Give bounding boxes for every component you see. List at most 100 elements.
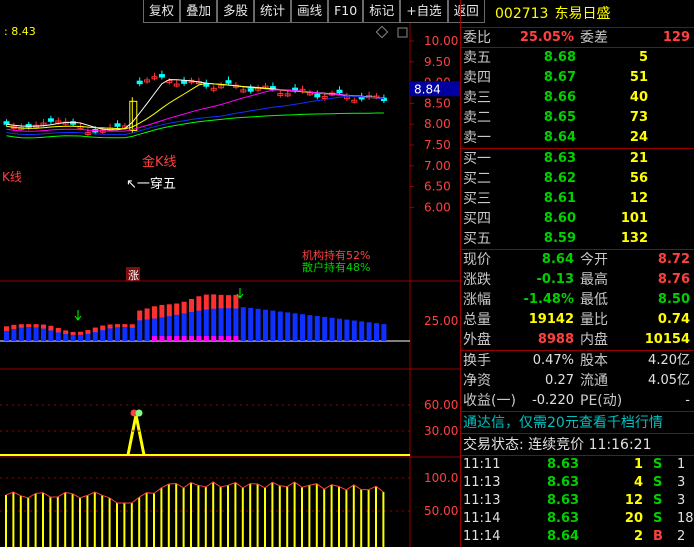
histogram-bar — [159, 336, 165, 341]
tick-row[interactable]: 11:13 8.63 12 S 3 — [461, 492, 694, 510]
fundamental-row: 收益(一) -0.220 PE(动) - — [461, 391, 694, 411]
histogram-bar — [4, 326, 9, 331]
histogram-bar — [18, 325, 24, 341]
fundamental-row: 换手 0.47% 股本 4.20亿 — [461, 351, 694, 371]
tick-row[interactable]: 11:14 8.64 2 B 2 — [461, 528, 694, 546]
quote-label: 涨幅 — [463, 292, 491, 308]
quote-label: 量比 — [580, 312, 608, 328]
kline-chart[interactable]: 10.009.509.008.508.007.507.006.506.008.8… — [0, 23, 460, 547]
gold-k-line-annotation: 金K线 — [142, 154, 177, 170]
fundamental-value: 4.05亿 — [648, 373, 690, 388]
histogram-bar — [166, 304, 172, 317]
toolbar-button-3[interactable]: 统计 — [254, 0, 292, 23]
panel3-axis-label: 60.00 — [424, 398, 458, 412]
histogram-bar — [218, 306, 224, 341]
ask-row[interactable]: 卖二 8.65 73 — [461, 108, 694, 128]
tick-direction: S — [653, 475, 663, 490]
toolbar-button-1[interactable]: 叠加 — [180, 0, 218, 23]
histogram-bar — [159, 304, 165, 318]
quote-label: 最高 — [580, 272, 608, 288]
bid-price: 8.62 — [543, 171, 576, 186]
histogram-bar — [48, 325, 54, 331]
ask-price: 8.65 — [543, 110, 576, 125]
bid-row[interactable]: 买一 8.63 21 — [461, 149, 694, 169]
bid-price: 8.59 — [543, 231, 576, 246]
tick-row[interactable]: 11:14 8.63 20 S 18 — [461, 510, 694, 528]
bid-label: 买三 — [463, 191, 491, 207]
tick-row[interactable]: 11:13 8.63 4 S 3 — [461, 474, 694, 492]
histogram-bar — [63, 330, 69, 335]
bid-row[interactable]: 买二 8.62 56 — [461, 169, 694, 189]
toolbar-button-2[interactable]: 多股 — [217, 0, 255, 23]
ask-row[interactable]: 卖五 8.68 5 — [461, 48, 694, 68]
tick-price: 8.63 — [547, 457, 580, 472]
bid-row[interactable]: 买五 8.59 132 — [461, 229, 694, 249]
fundamental-label: PE(动) — [580, 393, 623, 409]
stock-title[interactable]: 002713 东易日盛 — [461, 0, 694, 28]
toolbar-button-6[interactable]: 标记 — [363, 0, 401, 23]
histogram-bar — [307, 315, 313, 341]
tick-time: 11:13 — [463, 493, 501, 508]
histogram-bar — [33, 324, 39, 328]
toolbar-button-5[interactable]: F10 — [328, 0, 364, 23]
histogram-bar — [226, 295, 231, 309]
fundamental-value: 0.27 — [545, 373, 574, 388]
bid-volume: 21 — [629, 151, 648, 166]
k-line-annotation: K线 — [2, 170, 22, 184]
candle-body — [225, 80, 232, 84]
histogram-bar — [322, 316, 328, 341]
promo-text[interactable]: 通达信，仅需20元查看千档行情 — [461, 412, 694, 434]
histogram-bar — [233, 306, 239, 341]
bid-book: 买一 8.63 21 买二 8.62 56 买三 8.61 12 买四 8.60 101 买五 8.59 1… — [461, 149, 694, 250]
price-axis-label: 8.00 — [424, 117, 451, 131]
histogram-bar — [189, 298, 194, 312]
ask-row[interactable]: 卖三 8.66 40 — [461, 88, 694, 108]
candle-body — [181, 80, 188, 84]
histogram-bar — [203, 307, 209, 341]
quote-value: 8.50 — [657, 292, 690, 307]
histogram-bar — [115, 325, 120, 341]
ask-row[interactable]: 卖四 8.67 51 — [461, 68, 694, 88]
kline-chart-area[interactable]: 10.009.509.008.508.007.507.006.506.008.8… — [0, 23, 460, 547]
tick-time: 11:14 — [463, 511, 501, 526]
quote-value: 0.74 — [657, 312, 690, 327]
tick-price: 8.64 — [547, 529, 580, 544]
histogram-bar — [92, 327, 98, 333]
toolbar-button-0[interactable]: 复权 — [143, 0, 181, 23]
ask-volume: 24 — [629, 130, 648, 145]
quote-label: 今开 — [580, 252, 608, 268]
order-ratio-label: 委比 — [463, 30, 491, 46]
histogram-bar — [314, 316, 320, 341]
trade-status: 交易状态: 连续竞价 11:16:21 — [461, 434, 694, 456]
collapse-diamond-icon — [375, 25, 389, 39]
histogram-bar — [226, 306, 231, 341]
ask-price: 8.64 — [543, 130, 576, 145]
expand-square-icon — [397, 27, 408, 38]
ask-row[interactable]: 卖一 8.64 24 — [461, 128, 694, 148]
fundamental-label: 换手 — [463, 353, 491, 369]
tick-list[interactable]: 11:11 8.63 1 S 1 11:13 8.63 4 S 3 11:13 8.63 12 S 3 11:… — [461, 456, 694, 547]
toolbar-button-4[interactable]: 画线 — [291, 0, 329, 23]
fundamental-label: 净资 — [463, 373, 491, 389]
panel4-axis-label: 100.0 — [424, 471, 458, 485]
histogram-bar — [263, 309, 268, 341]
toolbar-button-7[interactable]: +自选 — [400, 0, 448, 23]
moving-average-line — [6, 112, 384, 139]
bid-label: 买五 — [463, 231, 491, 247]
bid-row[interactable]: 买四 8.60 101 — [461, 209, 694, 229]
histogram-bar — [174, 336, 180, 341]
tick-row[interactable]: 11:11 8.63 1 S 1 — [461, 456, 694, 474]
histogram-bar — [196, 296, 202, 311]
quote-label: 涨跌 — [463, 272, 491, 288]
candle-body — [336, 89, 343, 94]
histogram-bar — [152, 306, 157, 319]
bid-row[interactable]: 买三 8.61 12 — [461, 189, 694, 209]
histogram-bar — [137, 310, 143, 321]
histogram-bar — [211, 294, 217, 309]
ask-label: 卖四 — [463, 70, 491, 86]
tick-count: 18 — [677, 511, 694, 526]
ask-volume: 51 — [629, 70, 648, 85]
fundamental-value: -0.220 — [532, 393, 574, 408]
tick-direction: S — [653, 493, 663, 508]
tick-count: 3 — [677, 493, 686, 508]
